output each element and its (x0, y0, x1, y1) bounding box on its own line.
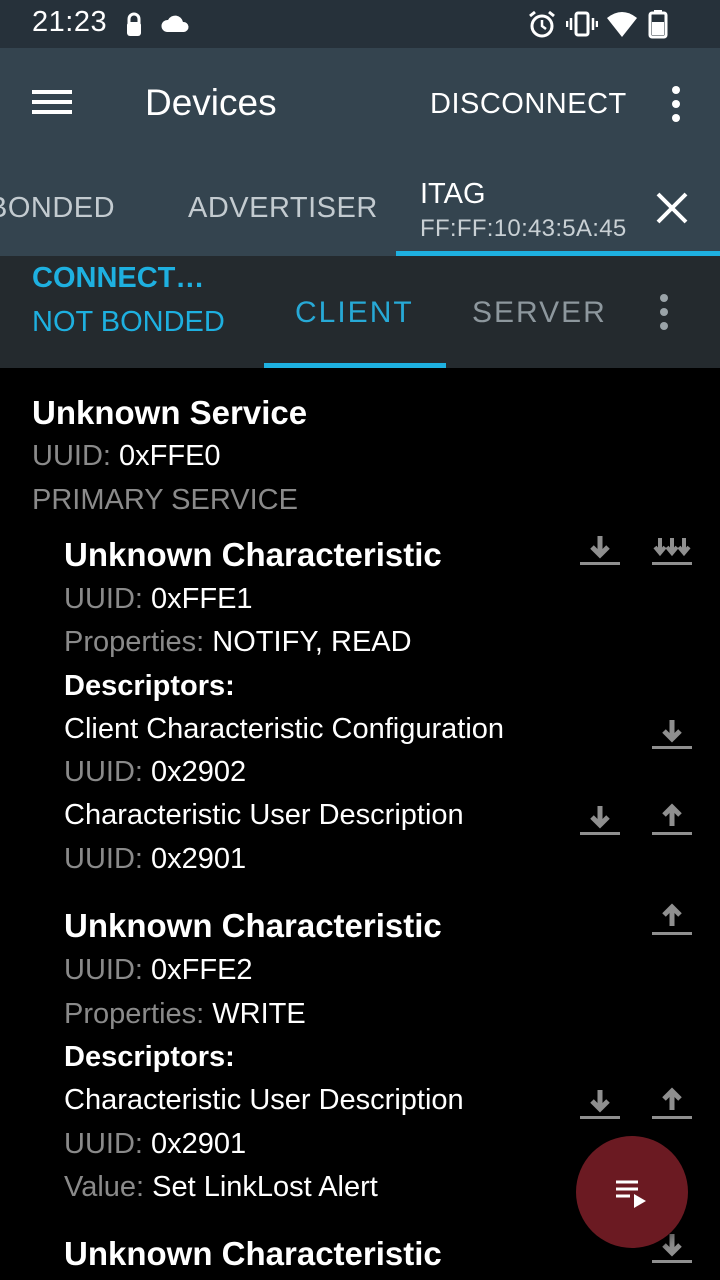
read-descriptor-icon[interactable] (576, 798, 624, 846)
descriptors-heading: Descriptors: (64, 1041, 235, 1073)
app-bar: Devices DISCONNECT (0, 48, 720, 160)
read-descriptor-icon[interactable] (648, 712, 696, 760)
tab-bonded-label: BONDED (0, 192, 116, 224)
vibrate-icon (565, 8, 599, 40)
notify-icon[interactable] (648, 528, 696, 576)
read-descriptor-icon[interactable] (576, 1082, 624, 1130)
device-mac: FF:FF:10:43:5A:45 (420, 215, 627, 242)
more-options-icon[interactable] (654, 80, 698, 128)
disconnect-button[interactable]: DISCONNECT (420, 76, 637, 132)
device-name: ITAG (420, 178, 486, 210)
wifi-icon (606, 8, 638, 40)
battery-icon (642, 8, 674, 40)
close-tab-icon[interactable] (650, 186, 694, 230)
descriptor-name: Characteristic User Description (64, 799, 464, 831)
playlist-play-icon (616, 1180, 646, 1208)
cloud-icon (160, 8, 192, 40)
write-descriptor-icon[interactable] (648, 1082, 696, 1130)
descriptor-name: Characteristic User Description (64, 1084, 464, 1116)
descriptor-name: Client Characteristic Configuration (64, 713, 505, 745)
write-icon[interactable] (648, 898, 696, 946)
tab-advertiser-label: ADVERTISER (188, 192, 378, 224)
descriptor-uuid: UUID: 0x2901 (64, 1128, 247, 1160)
tab-advertiser[interactable]: ADVERTISER (176, 160, 386, 256)
characteristic-name: Unknown Characteristic (64, 536, 442, 573)
lock-icon (118, 8, 150, 40)
bond-state: NOT BONDED (32, 306, 225, 338)
characteristic-properties: Properties: WRITE (64, 998, 306, 1030)
service-uuid: UUID: 0xFFE0 (32, 440, 221, 472)
characteristic-name: Unknown Characteristic (64, 1235, 442, 1272)
menu-icon[interactable] (24, 80, 72, 128)
tab-client-label: CLIENT (295, 296, 414, 329)
status-time: 21:23 (32, 6, 108, 38)
connection-more-icon[interactable] (644, 288, 684, 336)
status-bar: 21:23 (0, 0, 720, 48)
device-tabs: BONDED ADVERTISER ITAG FF:FF:10:43:5A:45 (0, 160, 720, 256)
characteristic-name: Unknown Characteristic (64, 907, 442, 944)
service-name: Unknown Service (32, 394, 308, 431)
write-descriptor-icon[interactable] (648, 798, 696, 846)
characteristic-uuid: UUID: 0xFFE2 (64, 954, 253, 986)
connection-state: CONNECT… (32, 262, 205, 294)
log-fab-button[interactable] (576, 1136, 688, 1248)
service-type: PRIMARY SERVICE (32, 484, 298, 516)
page-title: Devices (145, 82, 277, 123)
descriptors-heading: Descriptors: (64, 670, 235, 702)
descriptor-value: Value: Set LinkLost Alert (64, 1171, 378, 1203)
tab-bonded[interactable]: BONDED (0, 160, 138, 256)
tab-server[interactable]: SERVER (450, 256, 626, 368)
tab-server-label: SERVER (472, 296, 607, 329)
tab-client[interactable]: CLIENT (264, 256, 446, 368)
connection-bar: CONNECT… NOT BONDED CLIENT SERVER (0, 256, 720, 368)
characteristic-uuid: UUID: 0xFFE1 (64, 583, 253, 615)
descriptor-uuid: UUID: 0x2901 (64, 843, 247, 875)
read-icon[interactable] (576, 528, 624, 576)
alarm-icon (526, 8, 558, 40)
descriptor-uuid: UUID: 0x2902 (64, 756, 247, 788)
characteristic-properties: Properties: NOTIFY, READ (64, 626, 412, 658)
